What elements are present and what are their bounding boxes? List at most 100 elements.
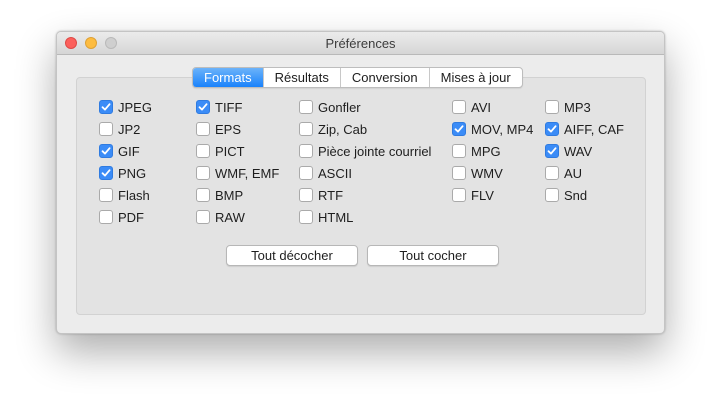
format-option-label: TIFF	[215, 99, 243, 115]
format-option-label: EPS	[215, 121, 242, 137]
format-option[interactable]: MP3	[545, 99, 591, 115]
format-option[interactable]: EPS	[196, 121, 241, 137]
format-option-label: MP3	[564, 99, 591, 115]
format-option[interactable]: PNG	[99, 165, 146, 181]
format-option-label: RTF	[318, 187, 344, 203]
format-option-label: JPEG	[118, 99, 152, 115]
format-option-label: Gonfler	[318, 99, 361, 115]
format-option[interactable]: WAV	[545, 143, 592, 159]
checkbox-unchecked[interactable]	[196, 210, 210, 224]
checkmark-icon	[101, 103, 111, 111]
format-option[interactable]: PICT	[196, 143, 245, 159]
format-option[interactable]: GIF	[99, 143, 140, 159]
format-option-label: GIF	[118, 143, 140, 159]
format-option[interactable]: AU	[545, 165, 582, 181]
format-option[interactable]: FLV	[452, 187, 494, 203]
format-option[interactable]: PDF	[99, 209, 144, 225]
format-option[interactable]: Flash	[99, 187, 150, 203]
format-option[interactable]: Zip, Cab	[299, 121, 367, 137]
checkbox-unchecked[interactable]	[299, 122, 313, 136]
format-option-label: RAW	[215, 209, 245, 225]
format-option-label: MPG	[471, 143, 501, 159]
format-option-label: FLV	[471, 187, 494, 203]
checkbox-checked[interactable]	[99, 144, 113, 158]
format-option[interactable]: WMV	[452, 165, 503, 181]
check-all-button[interactable]: Tout cocher	[367, 245, 499, 266]
format-option-label: JP2	[118, 121, 141, 137]
format-option-label: Snd	[564, 187, 588, 203]
format-option-label: PDF	[118, 209, 144, 225]
checkbox-checked[interactable]	[545, 122, 559, 136]
format-option[interactable]: JP2	[99, 121, 140, 137]
uncheck-all-button[interactable]: Tout décocher	[226, 245, 358, 266]
checkbox-unchecked[interactable]	[299, 188, 313, 202]
checkmark-icon	[198, 103, 208, 111]
checkbox-unchecked[interactable]	[545, 166, 559, 180]
format-option-label: MOV, MP4	[471, 121, 534, 137]
format-option[interactable]: Snd	[545, 187, 587, 203]
format-option-label: HTML	[318, 209, 354, 225]
format-option[interactable]: RAW	[196, 209, 245, 225]
checkbox-unchecked[interactable]	[196, 188, 210, 202]
checkbox-unchecked[interactable]	[452, 188, 466, 202]
checkbox-unchecked[interactable]	[452, 144, 466, 158]
format-option-label: WMV	[471, 165, 503, 181]
checkbox-unchecked[interactable]	[545, 188, 559, 202]
checkbox-unchecked[interactable]	[452, 100, 466, 114]
format-option-label: WAV	[564, 143, 593, 159]
checkbox-unchecked[interactable]	[196, 166, 210, 180]
format-option-label: Pièce jointe courriel	[318, 143, 432, 159]
format-option-label: WMF, EMF	[215, 165, 280, 181]
checkbox-checked[interactable]	[99, 166, 113, 180]
format-option[interactable]: JPEG	[99, 99, 152, 115]
checkmark-icon	[454, 125, 464, 133]
checkbox-checked[interactable]	[545, 144, 559, 158]
checkbox-unchecked[interactable]	[196, 144, 210, 158]
format-option[interactable]: RTF	[299, 187, 343, 203]
tab-resultats[interactable]: Résultats	[262, 68, 340, 87]
checkbox-unchecked[interactable]	[299, 166, 313, 180]
format-option[interactable]: WMF, EMF	[196, 165, 279, 181]
checkmark-icon	[547, 125, 557, 133]
preferences-window: Préférences Formats Résultats Conversion…	[56, 31, 665, 334]
format-option[interactable]: ASCII	[299, 165, 352, 181]
checkmark-icon	[101, 169, 111, 177]
checkbox-unchecked[interactable]	[99, 210, 113, 224]
format-option-label: AU	[564, 165, 583, 181]
tab-bar: Formats Résultats Conversion Mises à jou…	[192, 67, 523, 88]
format-option[interactable]: AVI	[452, 99, 491, 115]
checkbox-checked[interactable]	[452, 122, 466, 136]
checkbox-unchecked[interactable]	[545, 100, 559, 114]
checkmark-icon	[547, 147, 557, 155]
tab-conversion[interactable]: Conversion	[339, 68, 429, 87]
format-option-label: Flash	[118, 187, 150, 203]
checkbox-unchecked[interactable]	[452, 166, 466, 180]
window-title: Préférences	[325, 36, 396, 51]
checkbox-unchecked[interactable]	[299, 210, 313, 224]
format-option[interactable]: AIFF, CAF	[545, 121, 624, 137]
format-option-label: BMP	[215, 187, 244, 203]
checkbox-unchecked[interactable]	[99, 122, 113, 136]
format-option-label: PICT	[215, 143, 245, 159]
format-option[interactable]: TIFF	[196, 99, 242, 115]
tab-mises-a-jour[interactable]: Mises à jour	[428, 68, 522, 87]
format-option-label: ASCII	[318, 165, 352, 181]
format-option[interactable]: HTML	[299, 209, 353, 225]
tab-formats[interactable]: Formats	[193, 68, 263, 87]
title-bar[interactable]: Préférences	[57, 32, 664, 55]
format-option[interactable]: MOV, MP4	[452, 121, 533, 137]
checkmark-icon	[101, 147, 111, 155]
format-option[interactable]: Gonfler	[299, 99, 361, 115]
checkbox-unchecked[interactable]	[299, 100, 313, 114]
format-option-label: AIFF, CAF	[564, 121, 624, 137]
checkbox-checked[interactable]	[99, 100, 113, 114]
checkbox-unchecked[interactable]	[196, 122, 210, 136]
format-option[interactable]: BMP	[196, 187, 243, 203]
format-option[interactable]: MPG	[452, 143, 501, 159]
checkbox-unchecked[interactable]	[99, 188, 113, 202]
checkbox-checked[interactable]	[196, 100, 210, 114]
format-option[interactable]: Pièce jointe courriel	[299, 143, 431, 159]
checkbox-unchecked[interactable]	[299, 144, 313, 158]
format-option-label: AVI	[471, 99, 491, 115]
format-option-label: Zip, Cab	[318, 121, 368, 137]
